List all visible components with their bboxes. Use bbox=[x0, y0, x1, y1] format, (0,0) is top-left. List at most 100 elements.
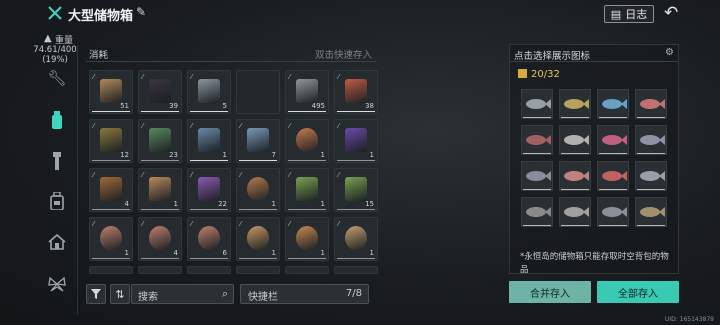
item-count: 6 bbox=[222, 249, 227, 257]
noodle-bowl-2-icon bbox=[296, 226, 318, 251]
item-slot-partial[interactable] bbox=[334, 266, 378, 274]
item-slot-sandwich[interactable]: ⁄ 1 bbox=[138, 168, 182, 212]
slot-underline bbox=[141, 160, 179, 161]
bottle-icon[interactable] bbox=[47, 110, 67, 130]
slot-underline bbox=[637, 225, 665, 226]
item-count: 1 bbox=[124, 249, 129, 257]
quickbar-count: 7/8 bbox=[345, 288, 362, 299]
item-slot-octopus-dish-3[interactable]: ⁄ 6 bbox=[187, 217, 231, 261]
display-fish-5[interactable] bbox=[521, 125, 553, 155]
item-count: 15 bbox=[365, 200, 374, 208]
display-fish-3[interactable] bbox=[597, 89, 629, 119]
item-slot-partial[interactable] bbox=[89, 266, 133, 274]
item-slot-green-jar[interactable]: ⁄ 1 bbox=[285, 168, 329, 212]
item-slot-flour-bag[interactable]: ⁄ 51 bbox=[89, 70, 133, 114]
slot-underline bbox=[523, 117, 551, 118]
item-slot-wire-bundle[interactable]: ⁄ 5 bbox=[187, 70, 231, 114]
item-slot-octopus-dish-2[interactable]: ⁄ 4 bbox=[138, 217, 182, 261]
item-count: 51 bbox=[120, 102, 129, 110]
display-fish-2[interactable] bbox=[559, 89, 591, 119]
item-slot-partial[interactable] bbox=[187, 266, 231, 274]
display-fish-15[interactable] bbox=[597, 197, 629, 227]
fish-15-icon bbox=[602, 207, 627, 217]
display-fish-12[interactable] bbox=[635, 161, 667, 191]
item-slot-pizza[interactable]: ⁄ 1 bbox=[236, 168, 280, 212]
slot-underline bbox=[637, 189, 665, 190]
slot-underline bbox=[337, 258, 375, 259]
search-input[interactable]: 搜索 ⌕ bbox=[131, 284, 234, 304]
item-slot-blue-can-2[interactable]: ⁄ 7 bbox=[236, 119, 280, 163]
log-button[interactable]: ▤ 日志 bbox=[604, 5, 654, 23]
flashlight-icon[interactable] bbox=[47, 151, 67, 171]
funnel-icon[interactable] bbox=[86, 284, 106, 304]
bread-icon bbox=[100, 177, 122, 202]
display-fish-4[interactable] bbox=[635, 89, 667, 119]
display-fish-1[interactable] bbox=[521, 89, 553, 119]
item-count: 4 bbox=[173, 249, 178, 257]
item-slot-seafood-plate[interactable]: ⁄ 1 bbox=[285, 119, 329, 163]
page-title: 大型储物箱 bbox=[68, 9, 134, 24]
slot-underline bbox=[523, 225, 551, 226]
item-slot-noodle-bowl[interactable]: ⁄ 1 bbox=[236, 217, 280, 261]
item-slot-noodle-bowl-3[interactable]: ⁄ 1 bbox=[334, 217, 378, 261]
item-slot-noodle-bowl-2[interactable]: ⁄ 1 bbox=[285, 217, 329, 261]
slot-underline bbox=[599, 225, 627, 226]
item-count: 1 bbox=[222, 151, 227, 159]
blue-can-icon bbox=[198, 128, 220, 153]
item-count: 4 bbox=[124, 200, 129, 208]
slot-tag-icon: ⁄ bbox=[142, 73, 144, 81]
display-fish-11[interactable] bbox=[597, 161, 629, 191]
slot-underline bbox=[523, 189, 551, 190]
wrench-icon[interactable]: 🔧︎ bbox=[47, 68, 67, 88]
display-fish-9[interactable] bbox=[521, 161, 553, 191]
display-fish-10[interactable] bbox=[559, 161, 591, 191]
item-slot-glass-jar[interactable]: ⁄ 12 bbox=[89, 119, 133, 163]
slot-tag-icon: ⁄ bbox=[93, 122, 95, 130]
fish-7-icon bbox=[602, 135, 627, 145]
slot-underline bbox=[141, 258, 179, 259]
display-fish-6[interactable] bbox=[559, 125, 591, 155]
item-count: 22 bbox=[218, 200, 227, 208]
slot-tag-icon: ⁄ bbox=[240, 122, 242, 130]
item-count: 38 bbox=[365, 102, 374, 110]
slot-tag-icon: ⁄ bbox=[289, 171, 291, 179]
merge-store-button[interactable]: 合并存入 bbox=[509, 281, 591, 303]
display-fish-16[interactable] bbox=[635, 197, 667, 227]
octopus-dish-icon bbox=[100, 226, 122, 251]
empty-slot[interactable] bbox=[236, 70, 280, 114]
display-fish-8[interactable] bbox=[635, 125, 667, 155]
quickbar-field[interactable]: 快捷栏 7/8 bbox=[240, 284, 369, 304]
item-slot-green-jar-2[interactable]: ⁄ 15 bbox=[334, 168, 378, 212]
fish-10-icon bbox=[564, 171, 589, 181]
search-icon[interactable]: ⌕ bbox=[222, 287, 228, 301]
item-slot-canned-food[interactable]: ⁄ 38 bbox=[334, 70, 378, 114]
display-fish-7[interactable] bbox=[597, 125, 629, 155]
item-slot-blue-can[interactable]: ⁄ 1 bbox=[187, 119, 231, 163]
item-slot-octopus-dish[interactable]: ⁄ 1 bbox=[89, 217, 133, 261]
display-fish-13[interactable] bbox=[521, 197, 553, 227]
item-slot-bottle[interactable]: ⁄ 495 bbox=[285, 70, 329, 114]
slot-underline bbox=[288, 111, 326, 112]
display-fish-14[interactable] bbox=[559, 197, 591, 227]
slot-tag-icon: ⁄ bbox=[191, 171, 193, 179]
butterfly-icon[interactable] bbox=[47, 274, 67, 294]
store-all-button[interactable]: 全部存入 bbox=[597, 281, 679, 303]
gear-icon[interactable]: ⚙ bbox=[665, 47, 674, 58]
item-slot-bread-loaf-dark[interactable]: ⁄ 39 bbox=[138, 70, 182, 114]
item-slot-partial[interactable] bbox=[285, 266, 329, 274]
fish-8-icon bbox=[640, 135, 665, 145]
sort-icon[interactable]: ⇅ bbox=[110, 284, 130, 304]
item-slot-soda-bottle[interactable]: ⁄ 23 bbox=[138, 119, 182, 163]
item-slot-partial[interactable] bbox=[138, 266, 182, 274]
pencil-icon[interactable]: ✎ bbox=[136, 5, 146, 19]
backpack-icon[interactable] bbox=[47, 191, 67, 211]
return-arrow-icon[interactable]: ↶ bbox=[664, 3, 678, 23]
item-count: 1 bbox=[320, 151, 325, 159]
item-slot-purple-bottle[interactable]: ⁄ 22 bbox=[187, 168, 231, 212]
item-slot-partial[interactable] bbox=[236, 266, 280, 274]
house-icon[interactable] bbox=[47, 232, 67, 252]
item-slot-cocktail[interactable]: ⁄ 1 bbox=[334, 119, 378, 163]
slot-underline bbox=[92, 209, 130, 210]
slot-underline bbox=[92, 258, 130, 259]
item-slot-bread[interactable]: ⁄ 4 bbox=[89, 168, 133, 212]
